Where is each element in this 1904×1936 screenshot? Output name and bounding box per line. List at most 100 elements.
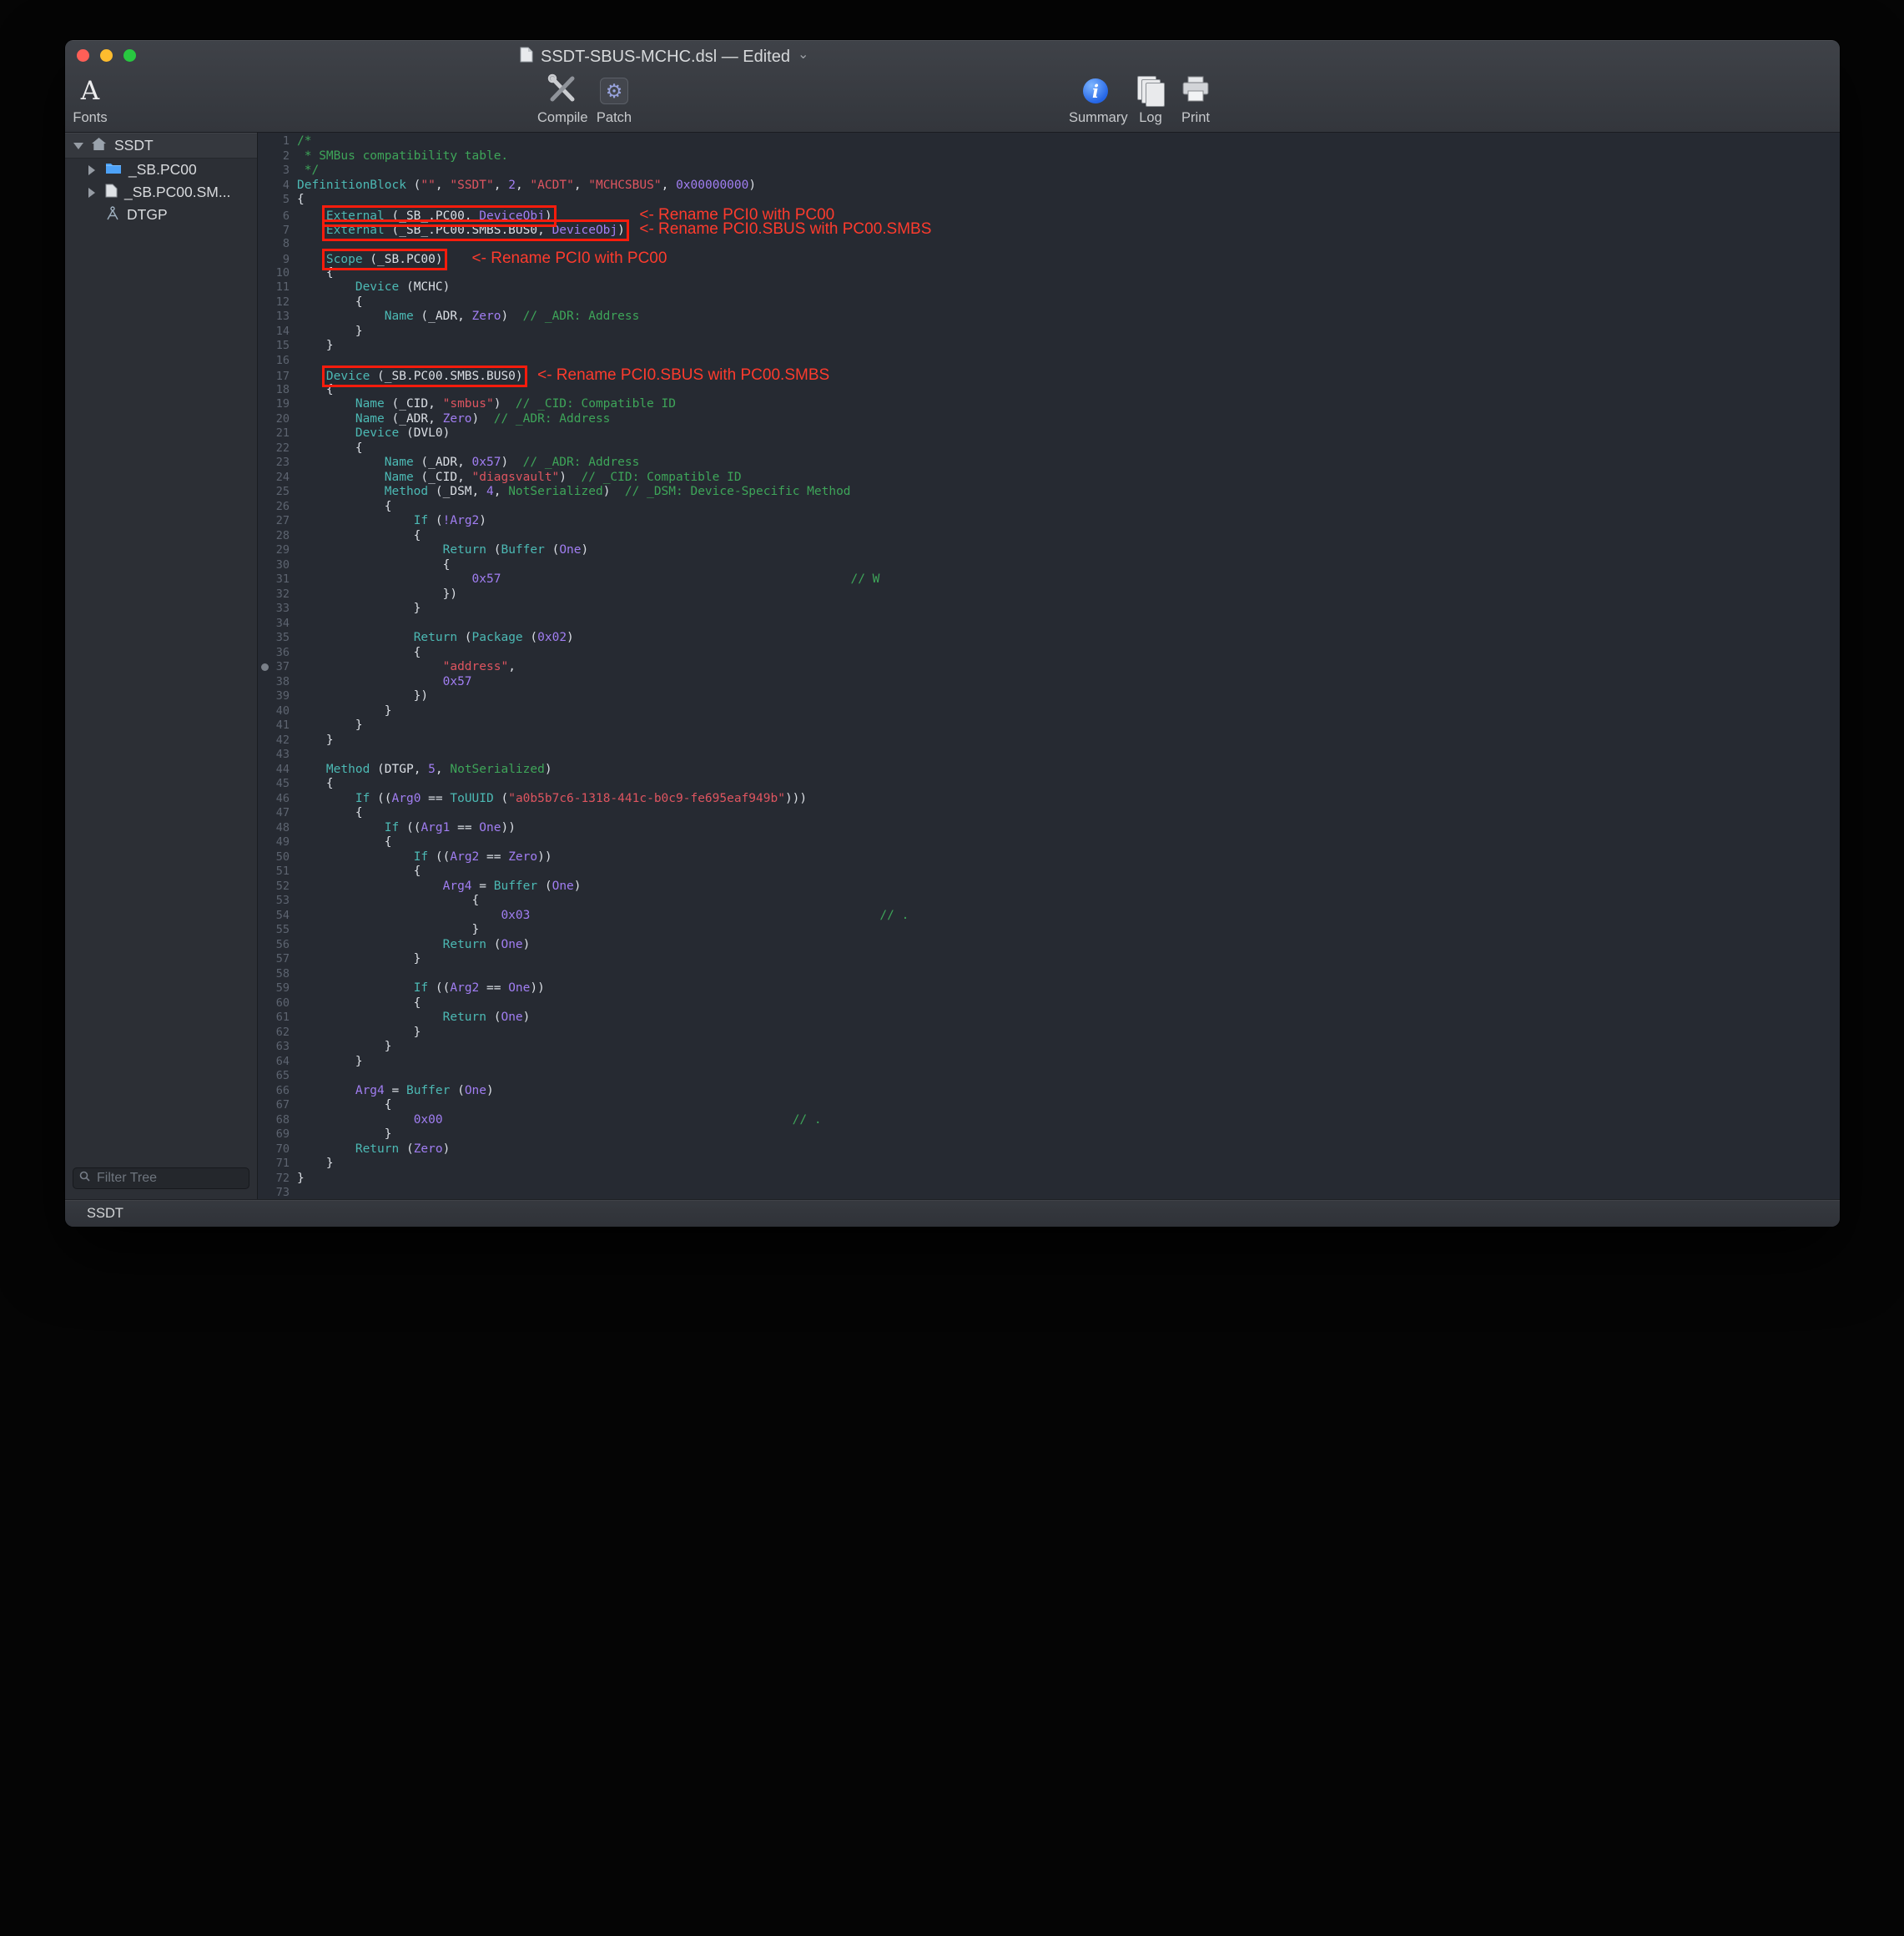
code-line[interactable]: 62 } [258, 1026, 1840, 1041]
code-line[interactable]: 69 } [258, 1127, 1840, 1142]
code-line[interactable]: 55 } [258, 923, 1840, 938]
line-number: 48 [264, 821, 290, 836]
code-line[interactable]: 24 Name (_CID, "diagsvault") // _CID: Co… [258, 471, 1840, 486]
code-line[interactable]: 16 [258, 354, 1840, 369]
code-line[interactable]: 41 } [258, 718, 1840, 734]
close-button[interactable] [77, 49, 89, 62]
code-line[interactable]: 27 If (!Arg2) [258, 514, 1840, 529]
code-line[interactable]: 1/* [258, 134, 1840, 149]
code-line[interactable]: 61 Return (One) [258, 1011, 1840, 1026]
code-line[interactable]: 5{ [258, 193, 1840, 208]
code-line[interactable]: 19 Name (_CID, "smbus") // _CID: Compati… [258, 397, 1840, 412]
code-line[interactable]: 36 { [258, 646, 1840, 661]
filter-tree-input[interactable] [95, 1170, 243, 1187]
code-line[interactable]: 15 } [258, 339, 1840, 354]
code-line[interactable]: 64 } [258, 1055, 1840, 1070]
code-line[interactable]: 42 } [258, 734, 1840, 749]
disclosure-down-icon[interactable] [73, 143, 83, 149]
code-line[interactable]: 21 Device (DVL0) [258, 426, 1840, 441]
tree-item-sb-pc00[interactable]: _SB.PC00 [65, 159, 257, 181]
code-line[interactable]: 35 Return (Package (0x02) [258, 631, 1840, 646]
print-button[interactable]: Print [1174, 72, 1217, 129]
filter-tree-field[interactable] [73, 1167, 249, 1189]
code-line[interactable]: 54 0x03 // . [258, 909, 1840, 924]
code-line[interactable]: 18 { [258, 383, 1840, 398]
code-line[interactable]: 34 [258, 617, 1840, 632]
code-line[interactable]: 13 Name (_ADR, Zero) // _ADR: Address [258, 310, 1840, 325]
code-line[interactable]: 59 If ((Arg2 == One)) [258, 981, 1840, 996]
code-line[interactable]: 38 0x57 [258, 675, 1840, 690]
disclosure-right-icon[interactable] [88, 165, 95, 175]
code-line[interactable]: 73 [258, 1186, 1840, 1199]
code-token: (( [428, 981, 450, 995]
code-line[interactable]: 57 } [258, 952, 1840, 967]
code-line[interactable]: 23 Name (_ADR, 0x57) // _ADR: Address [258, 456, 1840, 471]
code-line[interactable]: 28 { [258, 529, 1840, 544]
minimize-button[interactable] [100, 49, 113, 62]
tree-item-ssdt-root[interactable]: SSDT [65, 133, 257, 159]
code-line[interactable]: 56 Return (One) [258, 938, 1840, 953]
patch-button[interactable]: ⚙ Patch [593, 72, 635, 129]
code-line[interactable]: 3 */ [258, 164, 1840, 179]
code-line[interactable]: 26 { [258, 500, 1840, 515]
code-token: NotSerialized [450, 763, 545, 776]
code-line[interactable]: 72} [258, 1172, 1840, 1187]
code-editor[interactable]: 1/*2 * SMBus compatibility table.3 */4De… [258, 133, 1840, 1199]
code-token: Buffer [406, 1084, 450, 1097]
code-line[interactable]: 12 { [258, 295, 1840, 310]
code-line[interactable]: 70 Return (Zero) [258, 1142, 1840, 1157]
code-line[interactable]: 7 External (_SB_.PC00.SMBS.BUS0, DeviceO… [258, 222, 1840, 237]
code-line[interactable]: 44 Method (DTGP, 5, NotSerialized) [258, 763, 1840, 778]
code-line[interactable]: 29 Return (Buffer (One) [258, 543, 1840, 558]
log-button[interactable]: Log [1132, 72, 1169, 129]
code-line[interactable]: 25 Method (_DSM, 4, NotSerialized) // _D… [258, 485, 1840, 500]
disclosure-right-icon[interactable] [88, 188, 95, 198]
fonts-button[interactable]: A Fonts [70, 72, 110, 129]
code-line[interactable]: 52 Arg4 = Buffer (One) [258, 880, 1840, 895]
line-number: 23 [264, 456, 290, 471]
code-line[interactable]: 51 { [258, 865, 1840, 880]
code-line[interactable]: 67 { [258, 1098, 1840, 1113]
code-line[interactable]: 47 { [258, 806, 1840, 821]
code-line[interactable]: 71 } [258, 1157, 1840, 1172]
code-line[interactable]: 50 If ((Arg2 == Zero)) [258, 850, 1840, 865]
document-proxy-icon[interactable] [520, 47, 533, 67]
tree-item-sb-pc00-sm[interactable]: _SB.PC00.SM... [65, 181, 257, 204]
code-line[interactable]: 43 [258, 748, 1840, 763]
code-line[interactable]: 49 { [258, 835, 1840, 850]
title-chevron-icon[interactable]: ⌄ [798, 46, 808, 63]
code-line[interactable]: 4DefinitionBlock ("", "SSDT", 2, "ACDT",… [258, 179, 1840, 194]
code-line[interactable]: 60 { [258, 996, 1840, 1011]
code-line[interactable]: 2 * SMBus compatibility table. [258, 149, 1840, 164]
code-line[interactable]: 65 [258, 1069, 1840, 1084]
code-line[interactable]: 32 }) [258, 587, 1840, 602]
code-line[interactable]: 66 Arg4 = Buffer (One) [258, 1084, 1840, 1099]
compile-button[interactable]: Compile [537, 72, 587, 129]
code-line[interactable]: 9 Scope (_SB.PC00) <- Rename PCI0 with P… [258, 251, 1840, 266]
code-line[interactable]: 63 } [258, 1040, 1840, 1055]
code-line[interactable]: 40 } [258, 704, 1840, 719]
code-line[interactable]: 17 Device (_SB.PC00.SMBS.BUS0) <- Rename… [258, 368, 1840, 383]
code-line[interactable]: 22 { [258, 441, 1840, 456]
code-text: If ((Arg2 == Zero)) [297, 850, 552, 864]
code-line[interactable]: 37 "address", [258, 660, 1840, 675]
code-line[interactable]: 10 { [258, 266, 1840, 281]
code-line[interactable]: 30 { [258, 558, 1840, 573]
code-line[interactable]: 31 0x57 // W [258, 572, 1840, 587]
code-line[interactable]: 46 If ((Arg0 == ToUUID ("a0b5b7c6-1318-4… [258, 792, 1840, 807]
code-line[interactable]: 14 } [258, 325, 1840, 340]
zoom-button[interactable] [123, 49, 136, 62]
summary-button[interactable]: i Summary [1069, 72, 1122, 129]
code-line[interactable]: 39 }) [258, 689, 1840, 704]
code-line[interactable]: 53 { [258, 894, 1840, 909]
tree-item-dtgp[interactable]: DTGP [65, 204, 257, 226]
code-line[interactable]: 20 Name (_ADR, Zero) // _ADR: Address [258, 412, 1840, 427]
code-line[interactable]: 11 Device (MCHC) [258, 280, 1840, 295]
code-line[interactable]: 68 0x00 // . [258, 1113, 1840, 1128]
code-line[interactable]: 45 { [258, 777, 1840, 792]
code-line[interactable]: 6 External (_SB_.PC00, DeviceObj) <- Ren… [258, 208, 1840, 223]
code-line[interactable]: 58 [258, 967, 1840, 982]
code-line[interactable]: 33 } [258, 602, 1840, 617]
code-line[interactable]: 48 If ((Arg1 == One)) [258, 821, 1840, 836]
code-token [297, 426, 355, 440]
